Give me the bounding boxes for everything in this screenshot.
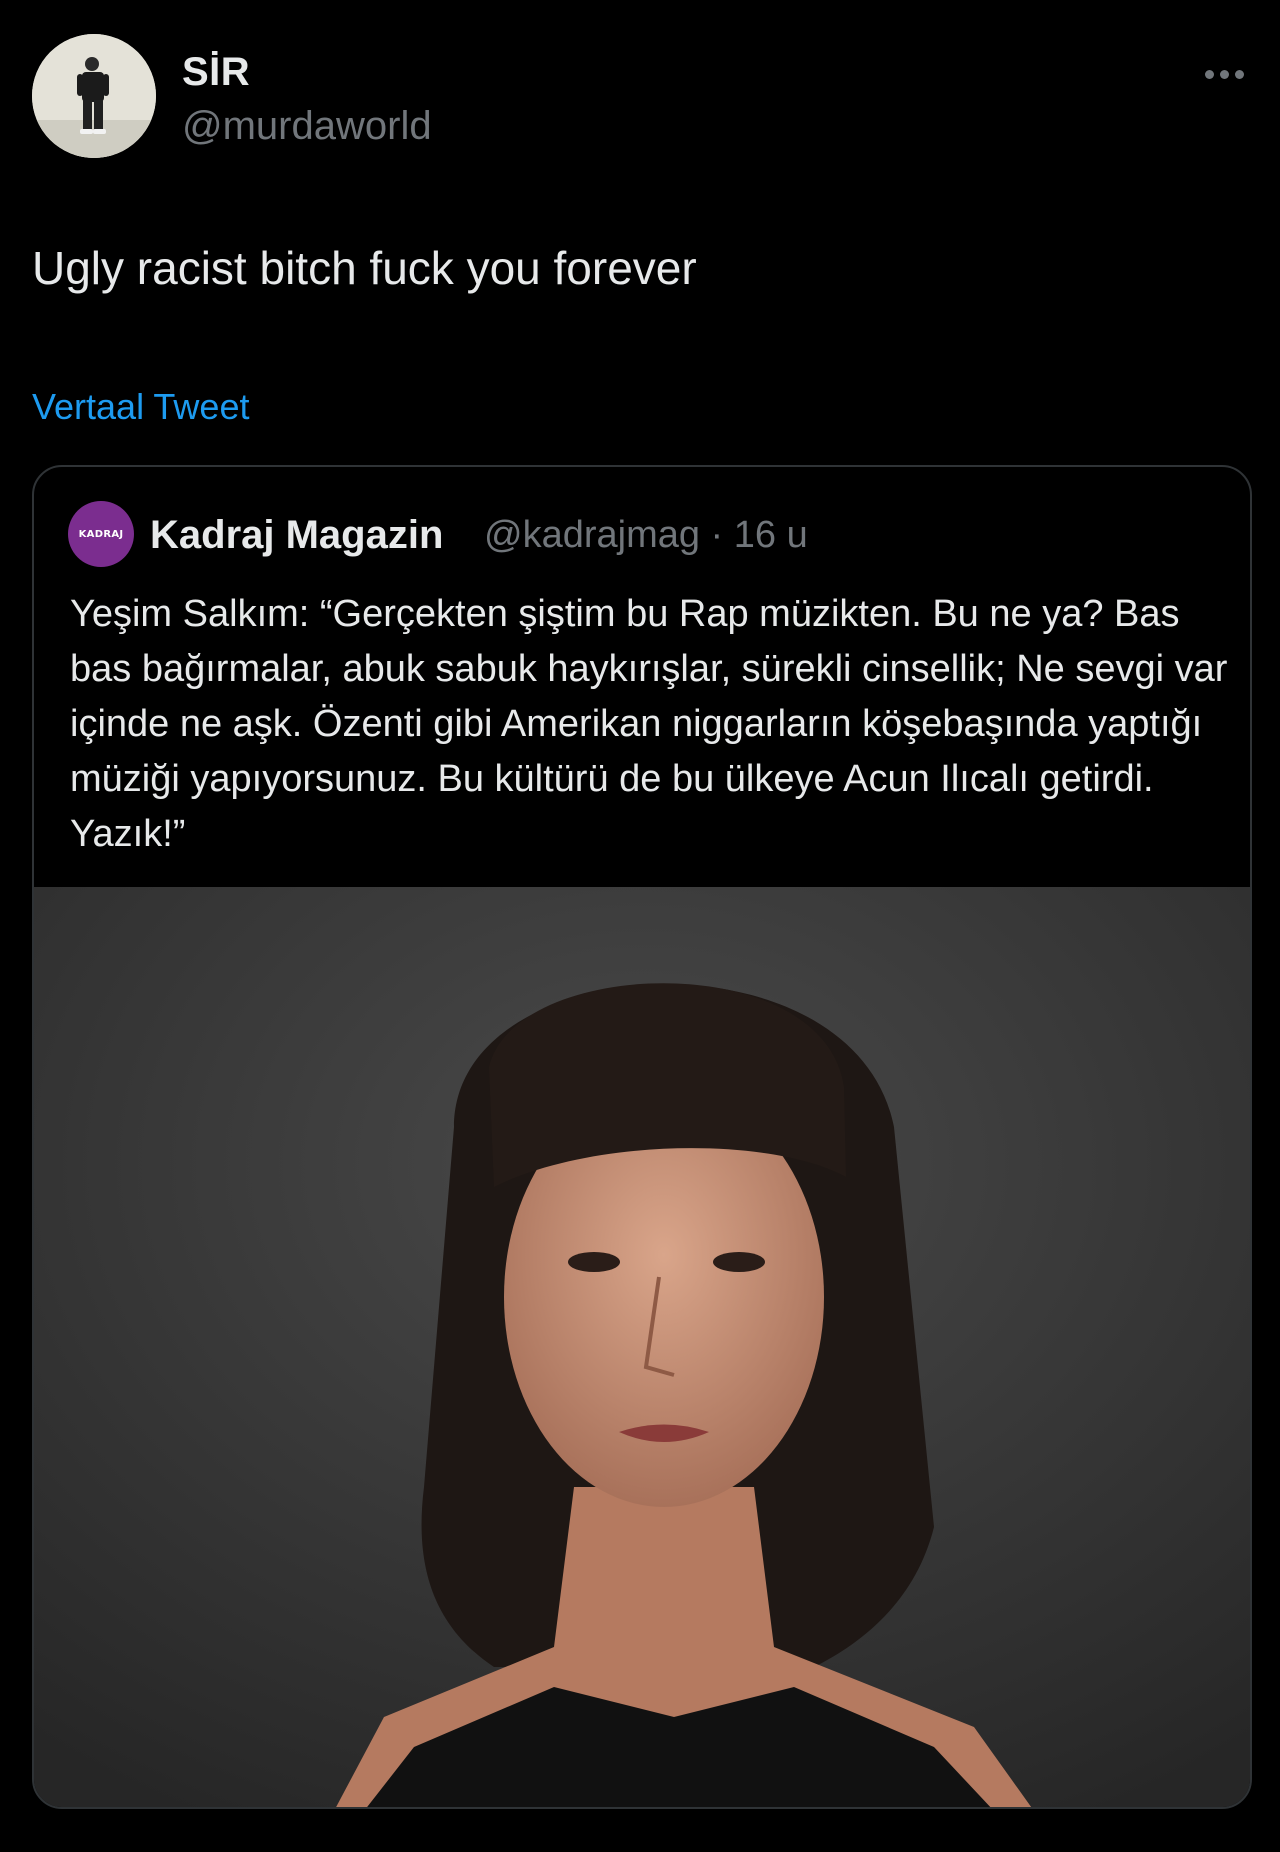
quoted-tweet-time[interactable]: 16 u	[734, 514, 808, 556]
quoted-tweet-text: Yeşim Salkım: “Gerçekten şiştim bu Rap m…	[70, 593, 1228, 855]
separator-dot: ·	[700, 514, 734, 556]
quoted-author-avatar[interactable]: KADRAJ	[68, 501, 134, 567]
tweet-text: Ugly racist bitch fuck you forever	[32, 242, 697, 294]
quoted-tweet-photo[interactable]	[34, 887, 1250, 1807]
author-display-name[interactable]: SİR	[182, 48, 250, 96]
quoted-tweet[interactable]: KADRAJ Kadraj Magazin @kadrajmag · 16 u …	[32, 465, 1252, 1809]
portrait-photo	[34, 887, 1250, 1807]
avatar-image	[32, 34, 156, 158]
tweet: SİR @murdaworld Ugly racist bitch fuck y…	[0, 0, 1280, 1852]
quoted-avatar-logo-text: KADRAJ	[78, 528, 124, 540]
quoted-author-handle[interactable]: @kadrajmag	[484, 514, 700, 556]
quoted-author-meta: @kadrajmag · 16 u	[484, 511, 808, 559]
quoted-author-display-name[interactable]: Kadraj Magazin	[150, 511, 443, 559]
translate-tweet-link[interactable]: Vertaal Tweet	[32, 385, 249, 429]
more-icon	[1204, 69, 1214, 79]
author-avatar[interactable]	[32, 34, 156, 158]
author-handle[interactable]: @murdaworld	[182, 102, 432, 150]
more-options-button[interactable]	[1196, 56, 1252, 92]
